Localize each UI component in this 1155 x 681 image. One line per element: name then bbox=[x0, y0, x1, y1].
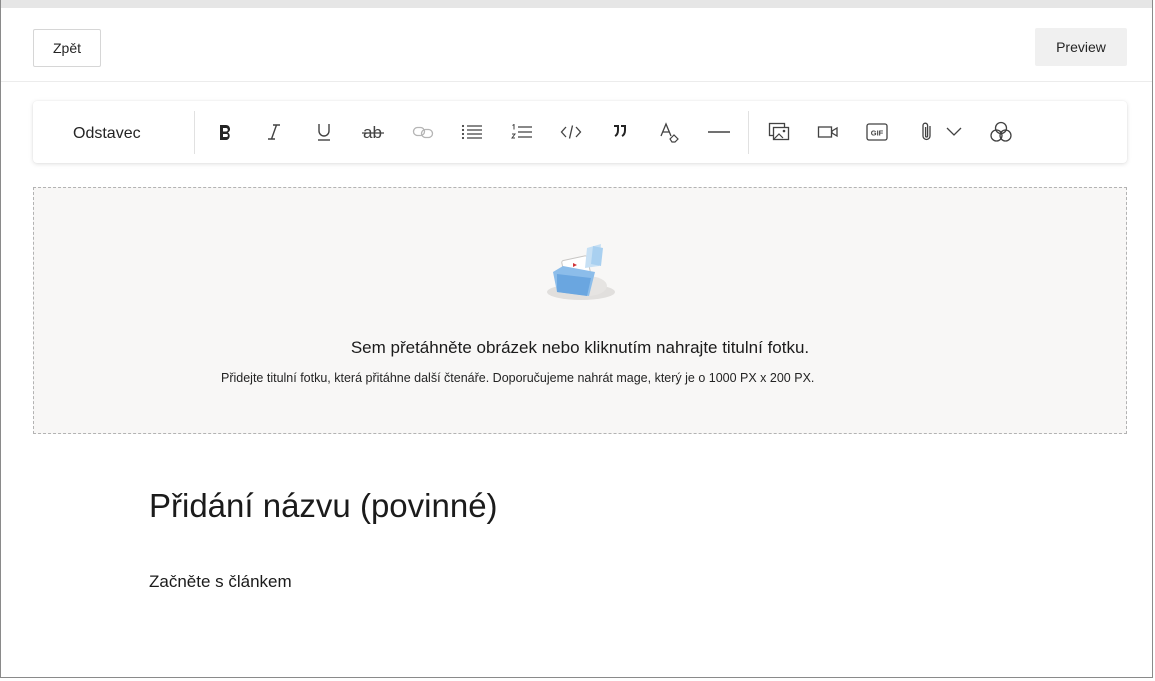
italic-icon[interactable] bbox=[259, 118, 289, 146]
toolbar-separator bbox=[748, 111, 749, 154]
preview-button[interactable]: Preview bbox=[1035, 28, 1127, 66]
top-strip bbox=[1, 0, 1152, 8]
copilot-icon[interactable] bbox=[986, 118, 1016, 146]
insert-video-icon[interactable] bbox=[813, 118, 843, 146]
dropzone-title: Sem přetáhněte obrázek nebo kliknutím na… bbox=[350, 338, 810, 357]
back-button[interactable]: Zpět bbox=[33, 29, 101, 67]
chevron-down-icon[interactable] bbox=[939, 118, 969, 146]
numbered-list-icon[interactable] bbox=[507, 118, 537, 146]
bold-icon[interactable] bbox=[210, 118, 240, 146]
clear-formatting-icon[interactable] bbox=[655, 118, 685, 146]
quote-icon[interactable] bbox=[605, 118, 635, 146]
upload-illustration-icon bbox=[543, 242, 619, 309]
formatting-toolbar: Odstavec ab GIF bbox=[33, 101, 1127, 163]
cover-image-dropzone[interactable]: Sem přetáhněte obrázek nebo kliknutím na… bbox=[33, 187, 1127, 434]
insert-image-icon[interactable] bbox=[764, 118, 794, 146]
article-title-input[interactable]: Přidání názvu (povinné) bbox=[149, 487, 498, 525]
insert-gif-icon[interactable]: GIF bbox=[862, 118, 892, 146]
attachment-icon[interactable] bbox=[912, 118, 942, 146]
header-divider bbox=[1, 81, 1152, 82]
paragraph-style-select[interactable]: Odstavec bbox=[73, 125, 141, 143]
horizontal-rule-icon[interactable] bbox=[704, 118, 734, 146]
svg-text:GIF: GIF bbox=[871, 129, 884, 138]
article-body-input[interactable]: Začněte s článkem bbox=[149, 572, 292, 592]
link-icon[interactable] bbox=[408, 118, 438, 146]
underline-icon[interactable] bbox=[309, 118, 339, 146]
code-icon[interactable] bbox=[556, 118, 586, 146]
dropzone-subtitle: Přidejte titulní fotku, která přitáhne d… bbox=[221, 371, 815, 385]
toolbar-separator bbox=[194, 111, 195, 154]
strikethrough-icon[interactable]: ab bbox=[358, 118, 388, 146]
article-editor: Zpět Preview Odstavec ab GIF Sem přetáhn… bbox=[0, 0, 1153, 678]
bullet-list-icon[interactable] bbox=[457, 118, 487, 146]
